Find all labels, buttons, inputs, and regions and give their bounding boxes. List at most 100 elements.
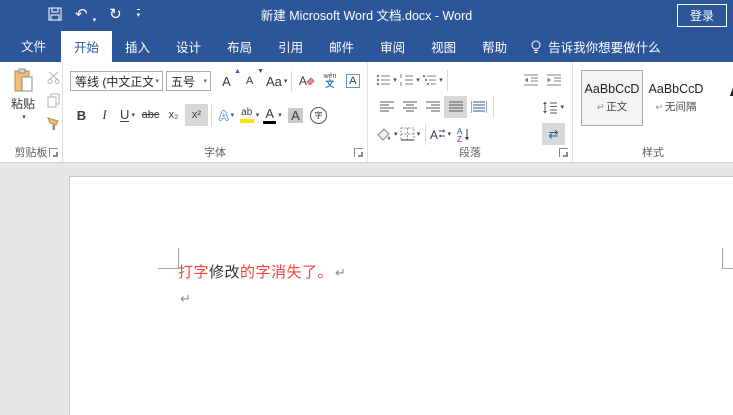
tab-mailings[interactable]: 邮件 [316,31,367,62]
font-size-combo[interactable]: 五号 ▾ [166,71,211,91]
redo-icon[interactable]: ↻ [109,7,122,22]
undo-dropdown-icon[interactable]: ▾ [93,17,97,28]
document-text-line[interactable]: 打字修改的字消失了。 ↵ [178,263,346,283]
font-size-dropdown-icon: ▾ [203,78,207,85]
show-hide-marks-button[interactable]: ⇄ [542,123,565,145]
tell-me-label: 告诉我你想要做什么 [548,41,661,55]
font-dialog-launcher-icon[interactable] [354,148,363,157]
tell-me-box[interactable]: 告诉我你想要做什么 [530,31,661,62]
change-case-label: Aa [266,73,282,89]
font-color-button[interactable]: A ▾ [261,104,284,126]
underline-button[interactable]: U ▾ [116,104,139,126]
style-gallery: AaBbCcD ↵正文 AaBbCcD ↵无间隔 A 标 [581,70,733,128]
highlight-label: ab [241,106,253,118]
strikethrough-button[interactable]: abc [139,104,162,126]
justify-button[interactable] [444,96,467,118]
character-shading-button[interactable]: A [284,104,307,126]
distribute-button[interactable] [467,96,490,118]
phonetic-guide-button[interactable]: wén 文 [318,70,341,92]
superscript-button[interactable]: x² [185,104,208,126]
increase-indent-button[interactable] [542,69,565,91]
bold-button[interactable]: B [70,104,93,126]
highlight-button[interactable]: ab ▾ [238,104,261,126]
copy-button[interactable] [42,91,65,109]
align-center-icon [402,101,417,112]
format-painter-icon [47,116,59,130]
margin-corner-mark-right [722,268,733,269]
undo-button[interactable]: ↶ [75,7,88,22]
paragraph-group-label: 段落 [459,147,481,159]
title-bar: ↶ ▾ ↻ ▾ 新建 Microsoft Word 文档.docx - Word… [0,0,733,28]
divider [493,96,494,118]
quick-access-toolbar: ↶ ▾ ↻ ▾ [48,0,141,28]
numbering-icon [400,74,414,86]
document-page[interactable]: 打字修改的字消失了。 ↵ ↵ [69,176,733,415]
shrink-font-button[interactable]: A ▼ [238,68,264,92]
tab-design[interactable]: 设计 [163,31,214,62]
bullets-button[interactable]: ▾ [375,69,398,91]
styles-group-label: 样式 [642,147,664,159]
text-segment: 的字消失了。 [240,264,334,281]
tab-file[interactable]: 文件 [6,28,61,62]
document-empty-line[interactable]: ↵ [178,289,191,309]
style-card-heading[interactable]: A 标 [709,70,733,126]
align-right-button[interactable] [421,96,444,118]
style-card-normal[interactable]: AaBbCcD ↵ 正文 [581,70,643,126]
tab-references[interactable]: 引用 [265,31,316,62]
font-name-combo[interactable]: 等线 (中文正文 ▾ [70,71,163,91]
character-shading-label: A [288,107,303,123]
divider [211,104,212,126]
scissors-icon [47,71,60,84]
change-case-button[interactable]: Aa ▾ [265,70,288,92]
align-center-button[interactable] [398,96,421,118]
clipboard-dialog-launcher-icon[interactable] [49,148,58,157]
tab-layout[interactable]: 布局 [214,31,265,62]
tab-help[interactable]: 帮助 [469,31,520,62]
clear-formatting-button[interactable]: A [295,70,318,92]
paste-label: 粘贴 [10,97,35,111]
line-spacing-button[interactable]: ▾ [541,96,565,118]
text-effects-button[interactable]: A ▾ [215,104,238,126]
line-spacing-icon [543,101,558,113]
italic-button[interactable]: I [93,104,116,126]
tab-insert[interactable]: 插入 [112,31,163,62]
character-border-label: A [346,74,360,88]
paragraph-dialog-launcher-icon[interactable] [559,148,568,157]
save-icon[interactable] [48,7,62,21]
increase-indent-icon [546,74,561,86]
decrease-indent-button[interactable] [519,69,542,91]
lightbulb-icon [531,40,541,53]
style-card-no-spacing[interactable]: AaBbCcD ↵ 无间隔 [645,70,707,126]
paste-button[interactable]: 粘贴 ▾ [8,68,38,121]
group-clipboard: 粘贴 ▾ 剪贴板 [0,62,63,162]
style-preview: A [729,70,733,104]
style-name: 正文 [606,101,628,113]
tab-review[interactable]: 审阅 [367,31,418,62]
paste-dropdown-icon[interactable]: ▾ [22,113,26,121]
shading-button[interactable]: ▾ [375,123,399,145]
document-area[interactable]: 打字修改的字消失了。 ↵ ↵ [0,163,733,415]
multilevel-dropdown-icon: ▾ [439,77,443,84]
asian-layout-button[interactable]: A ▾ [429,123,453,145]
multilevel-list-icon [423,75,437,85]
align-left-button[interactable] [375,96,398,118]
grow-font-button[interactable]: A ▲ [215,68,241,92]
numbering-button[interactable]: ▾ [398,69,421,91]
svg-text:A: A [430,128,438,141]
borders-button[interactable]: ▾ [399,123,422,145]
group-paragraph: ▾ ▾ ▾ ▾ ▾ ▾ A ▾ A Z ⇄ 段落 [368,62,573,162]
change-case-dropdown-icon: ▾ [283,78,288,85]
customize-qat-icon[interactable]: ▾ [136,9,141,19]
cut-button[interactable] [42,68,65,86]
subscript-button[interactable]: x₂ [162,104,185,126]
tab-home[interactable]: 开始 [61,31,113,62]
format-painter-button[interactable] [42,114,65,132]
enclose-characters-button[interactable]: 字 [307,104,330,126]
tab-view[interactable]: 视图 [418,31,469,62]
distribute-icon [470,101,487,113]
sort-icon: A Z [457,127,470,142]
sign-in-button[interactable]: 登录 [676,4,727,27]
character-border-button[interactable]: A [341,70,364,92]
multilevel-list-button[interactable]: ▾ [421,69,444,91]
sort-button[interactable]: A Z [452,123,475,145]
